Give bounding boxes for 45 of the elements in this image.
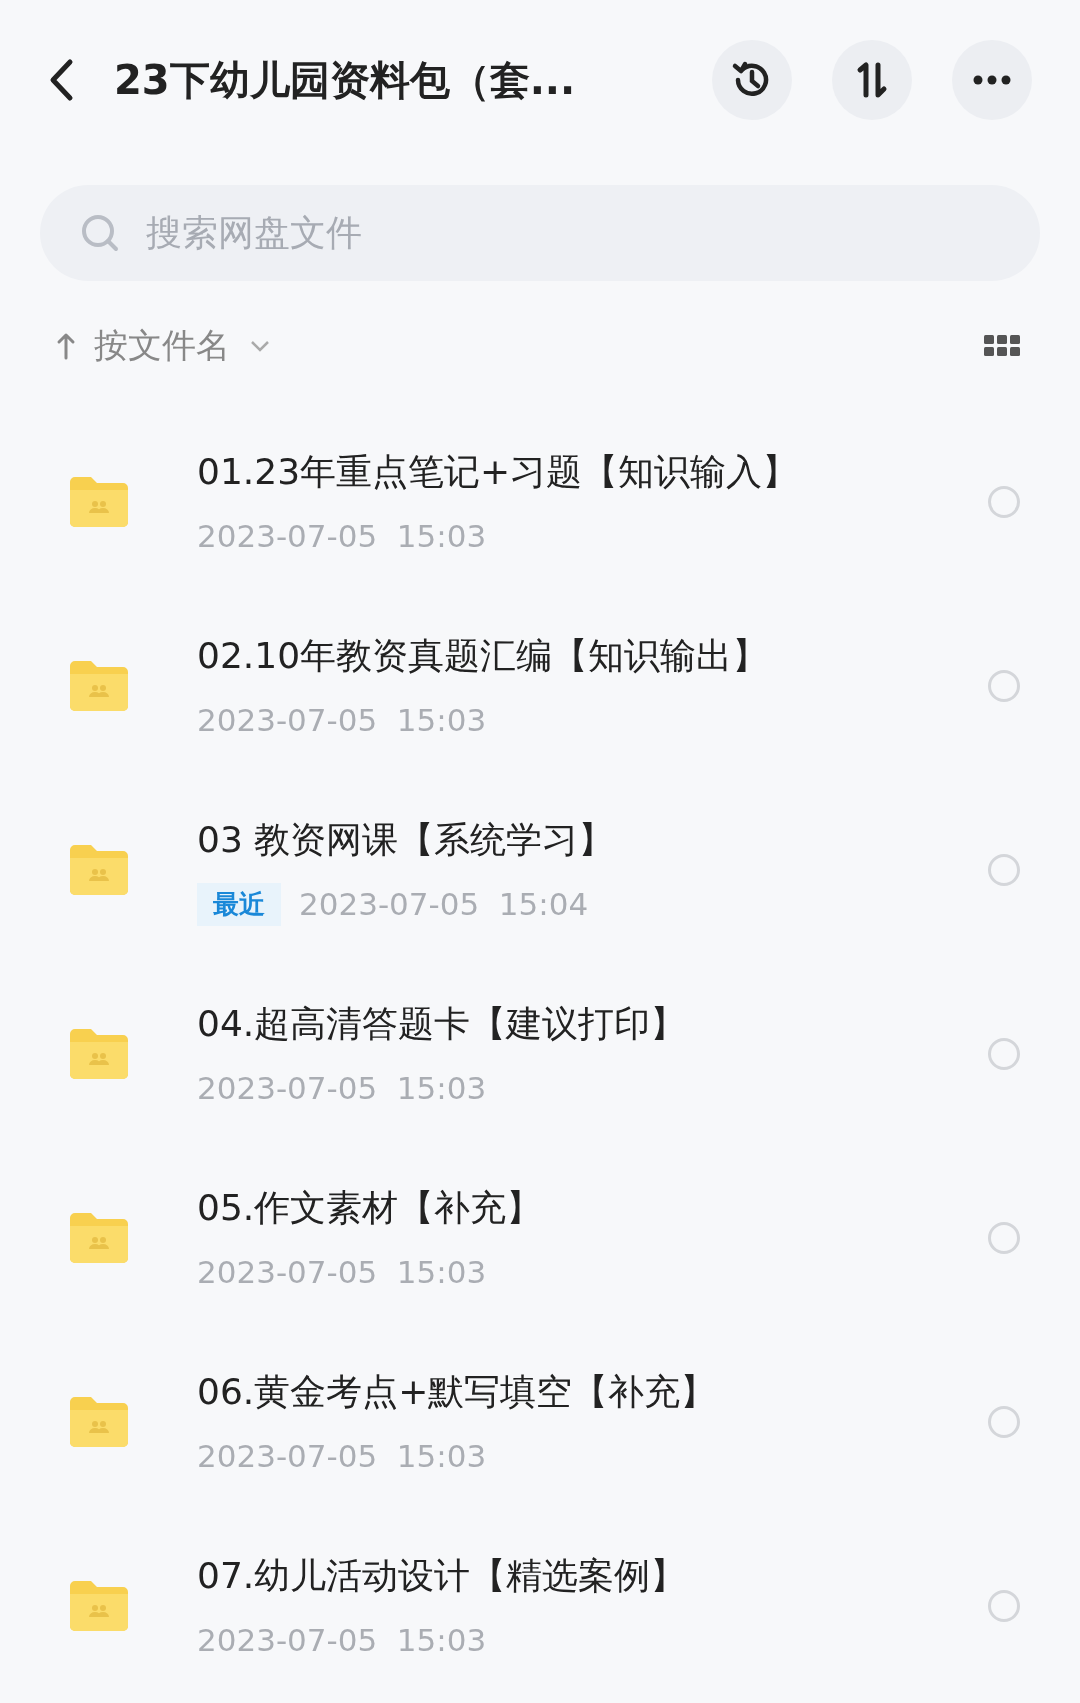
select-checkbox[interactable] [988,1222,1020,1254]
file-row[interactable]: 03 教资网课【系统学习】 最近 2023-07-05 15:04 [0,778,1080,962]
folder-icon [68,1212,130,1264]
file-name: 07.幼儿活动设计【精选案例】 [197,1553,688,1598]
more-icon [972,75,1012,85]
search-icon [80,213,120,253]
select-checkbox[interactable] [988,486,1020,518]
file-date: 2023-07-05 15:03 [197,1436,487,1476]
file-name: 06.黄金考点+默写填空【补充】 [197,1369,718,1414]
back-icon[interactable] [48,58,74,102]
file-date: 2023-07-05 15:03 [197,1620,487,1660]
file-name: 01.23年重点笔记+习题【知识输入】 [197,449,800,494]
folder-icon [68,1580,130,1632]
folder-icon [68,660,130,712]
select-checkbox[interactable] [988,854,1020,886]
select-checkbox[interactable] [988,1590,1020,1622]
folder-icon [68,1396,130,1448]
file-date: 2023-07-05 15:03 [197,1068,487,1108]
recent-badge: 最近 [197,882,281,926]
file-name: 03 教资网课【系统学习】 [197,817,616,862]
search-field[interactable]: 搜索网盘文件 [146,206,1000,260]
file-row[interactable]: 06.黄金考点+默写填空【补充】 2023-07-05 15:03 [0,1330,1080,1514]
file-row[interactable]: 02.10年教资真题汇编【知识输出】 2023-07-05 15:03 [0,594,1080,778]
file-row[interactable]: 07.幼儿活动设计【精选案例】 2023-07-05 15:03 [0,1514,1080,1698]
chevron-down-icon [250,339,270,352]
file-row[interactable]: 04.超高清答题卡【建议打印】 2023-07-05 15:03 [0,962,1080,1146]
file-row[interactable]: 05.作文素材【补充】 2023-07-05 15:03 [0,1146,1080,1330]
grid-view-icon[interactable] [984,334,1020,357]
folder-icon [68,476,130,528]
file-name: 04.超高清答题卡【建议打印】 [197,1001,688,1046]
file-date: 2023-07-05 15:04 [299,884,589,924]
select-checkbox[interactable] [988,670,1020,702]
select-checkbox[interactable] [988,1038,1020,1070]
file-date: 2023-07-05 15:03 [197,1252,487,1292]
file-name: 05.作文素材【补充】 [197,1185,544,1230]
folder-title: 23下幼儿园资料包（套... [114,56,576,105]
arrow-up-icon [56,331,76,360]
file-date: 2023-07-05 15:03 [197,516,487,556]
file-date: 2023-07-05 15:03 [197,700,487,740]
folder-icon [68,1028,130,1080]
search-bar[interactable]: 搜索网盘文件 [40,185,1040,281]
select-checkbox[interactable] [988,1406,1020,1438]
file-name: 02.10年教资真题汇编【知识输出】 [197,633,770,678]
folder-icon [68,844,130,896]
file-row[interactable]: 01.23年重点笔记+习题【知识输入】 2023-07-05 15:03 [0,410,1080,594]
